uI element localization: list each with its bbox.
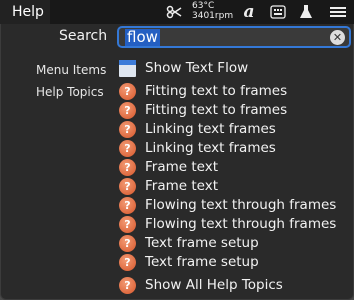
help-menu-title[interactable]: Help [0, 0, 50, 24]
help-topic-label: Flowing text through frames [145, 216, 337, 232]
help-topic-label: Text frame setup [145, 235, 259, 251]
help-topic-label: Flowing text through frames [145, 197, 337, 213]
help-topic-item[interactable]: ? Text frame setup [119, 234, 259, 252]
help-topic-label: Frame text [145, 159, 218, 175]
show-all-help-topics-item[interactable]: ? Show All Help Topics [119, 276, 283, 294]
help-topic-icon: ? [119, 158, 136, 176]
menu-item-label: Show Text Flow [145, 60, 249, 76]
help-topic-item[interactable]: ? Fitting text to frames [119, 101, 287, 119]
show-all-help-topics-label: Show All Help Topics [145, 277, 283, 293]
help-topic-label: Frame text [145, 178, 218, 194]
system-stats[interactable]: 63°C 3401rpm [192, 1, 233, 21]
help-menu-dropdown: Search flow ✕ Menu Items Help Topics Sho… [0, 24, 354, 300]
help-topic-item[interactable]: ? Linking text frames [119, 120, 276, 138]
help-topic-icon: ? [119, 215, 136, 233]
help-topic-item[interactable]: ? Text frame setup [119, 253, 259, 271]
menu-item-icon [119, 59, 136, 77]
help-topic-label: Linking text frames [145, 140, 276, 156]
help-topic-icon: ? [119, 234, 136, 252]
menu-item-result[interactable]: Show Text Flow [119, 59, 248, 77]
temperature-label: 63°C [192, 1, 215, 11]
help-topic-icon: ? [119, 177, 136, 195]
help-topic-item[interactable]: ? Flowing text through frames [119, 196, 336, 214]
menu-items-section-label: Menu Items [36, 63, 107, 77]
help-topic-label: Fitting text to frames [145, 83, 288, 99]
help-topic-icon: ? [119, 253, 136, 271]
help-topic-item[interactable]: ? Frame text [119, 177, 218, 195]
help-topic-label: Fitting text to frames [145, 102, 288, 118]
menu-bar: Help 63°C 3401rpm a [0, 0, 354, 24]
keyboard-icon[interactable] [268, 0, 288, 24]
fan-rpm-label: 3401rpm [192, 11, 234, 21]
list-icon[interactable] [328, 0, 348, 24]
help-topic-icon: ? [119, 82, 136, 100]
help-topics-section-label: Help Topics [36, 85, 104, 99]
help-topic-item[interactable]: ? Fitting text to frames [119, 82, 287, 100]
text-a-icon[interactable]: a [240, 0, 258, 24]
help-topic-item[interactable]: ? Frame text [119, 158, 218, 176]
help-topic-icon: ? [119, 120, 136, 138]
help-topic-icon: ? [119, 196, 136, 214]
help-topic-icon: ? [119, 101, 136, 119]
search-input[interactable]: flow ✕ [117, 26, 351, 48]
clear-search-button[interactable]: ✕ [330, 30, 345, 45]
search-label: Search [59, 28, 108, 44]
scissors-icon[interactable] [164, 0, 184, 24]
help-topic-label: Linking text frames [145, 121, 276, 137]
help-topic-icon: ? [119, 139, 136, 157]
flask-icon[interactable] [297, 0, 315, 24]
search-query[interactable]: flow [125, 29, 160, 46]
help-topic-icon: ? [119, 276, 136, 294]
help-topic-item[interactable]: ? Flowing text through frames [119, 215, 336, 233]
help-topic-item[interactable]: ? Linking text frames [119, 139, 276, 157]
help-topic-label: Text frame setup [145, 254, 259, 270]
